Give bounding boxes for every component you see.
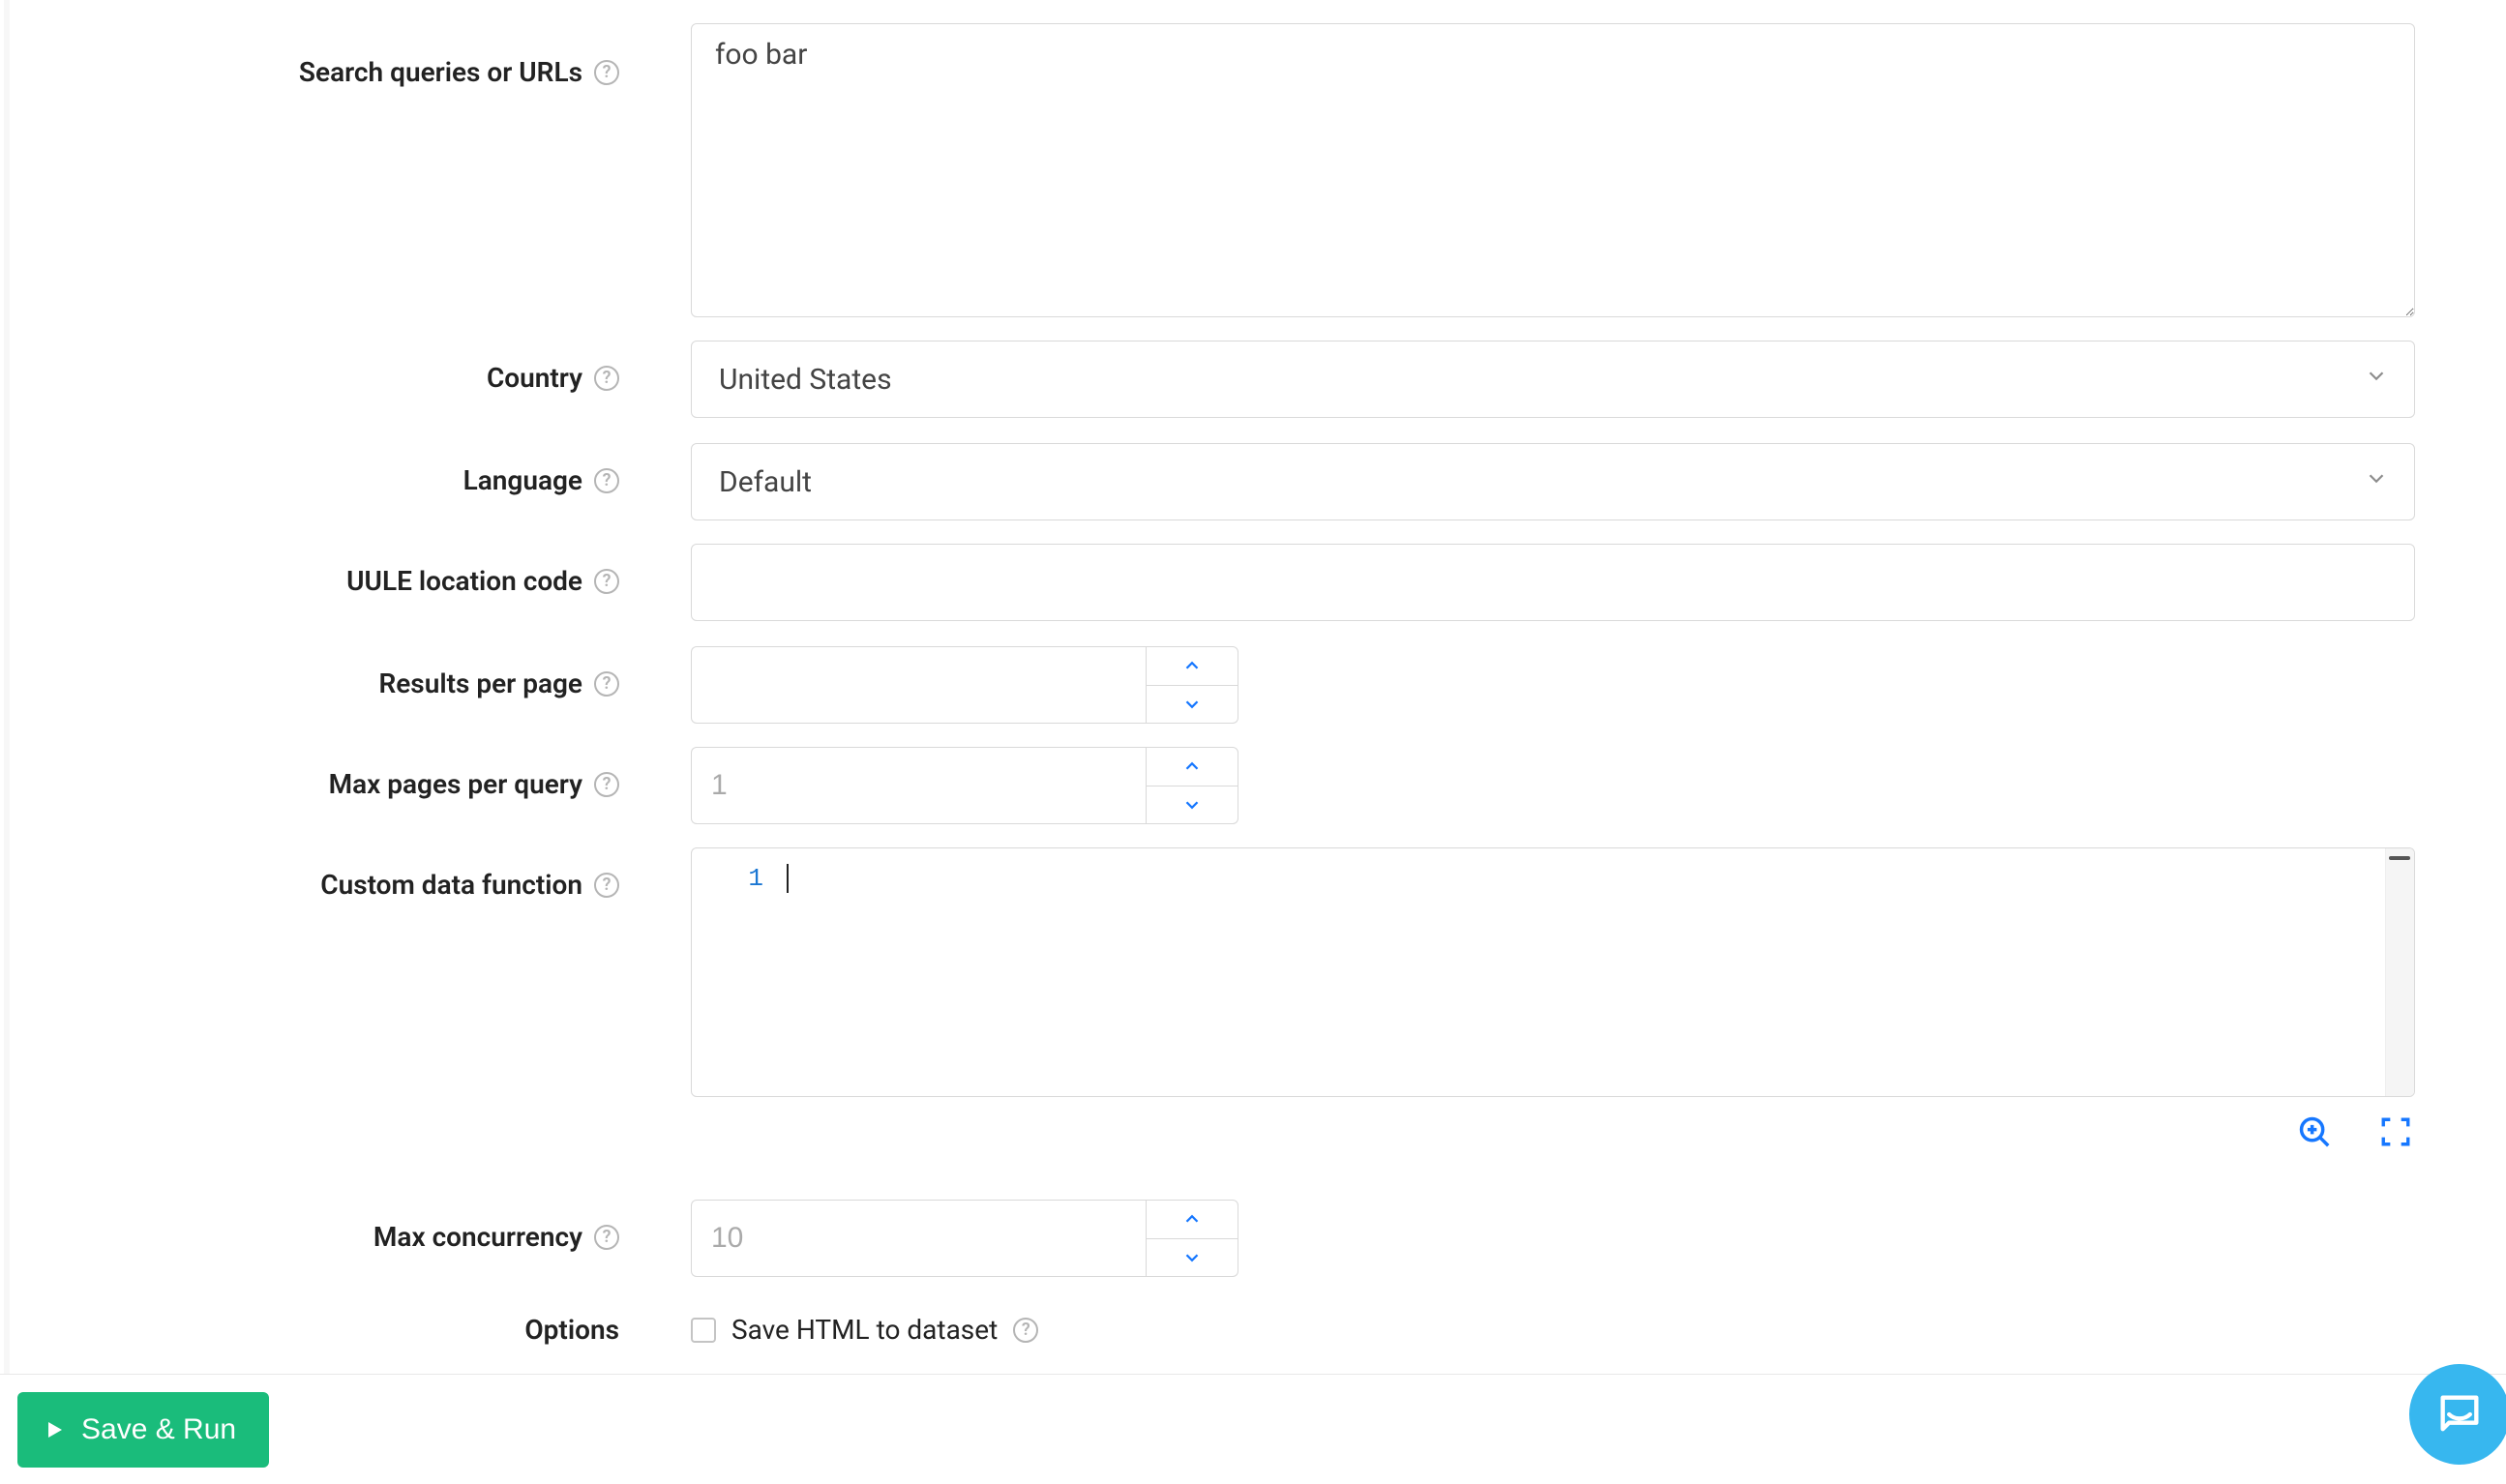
save-run-button[interactable]: Save & Run: [17, 1392, 269, 1468]
stepper-up-button[interactable]: [1146, 747, 1238, 787]
help-icon[interactable]: ?: [594, 671, 619, 697]
help-icon[interactable]: ?: [1013, 1318, 1038, 1343]
help-icon[interactable]: ?: [594, 468, 619, 493]
help-icon[interactable]: ?: [594, 569, 619, 594]
save-run-label: Save & Run: [81, 1413, 236, 1446]
code-body[interactable]: [779, 848, 2414, 1096]
chevron-down-icon: [2364, 363, 2389, 397]
stepper-down-button[interactable]: [1146, 787, 1238, 825]
max-pages-input[interactable]: [691, 747, 1146, 824]
search-queries-input[interactable]: [691, 23, 2415, 317]
uule-label: UULE location code: [346, 565, 582, 597]
save-html-checkbox[interactable]: [691, 1318, 716, 1343]
code-cursor: [787, 864, 789, 893]
chat-icon: [2434, 1389, 2485, 1439]
custom-fn-label: Custom data function: [320, 869, 582, 901]
max-pages-label: Max pages per query: [329, 768, 582, 800]
help-icon[interactable]: ?: [594, 772, 619, 797]
play-icon: [43, 1418, 66, 1441]
save-html-label: Save HTML to dataset: [731, 1314, 998, 1346]
code-line-number: 1: [692, 848, 779, 1096]
code-editor[interactable]: 1: [691, 847, 2415, 1097]
help-icon[interactable]: ?: [594, 1225, 619, 1250]
help-icon[interactable]: ?: [594, 873, 619, 898]
stepper-down-button[interactable]: [1146, 1239, 1238, 1278]
stepper-up-button[interactable]: [1146, 1200, 1238, 1239]
zoom-in-icon[interactable]: [2295, 1113, 2334, 1151]
max-concurrency-label: Max concurrency: [373, 1221, 582, 1253]
country-value: United States: [719, 363, 892, 397]
options-label: Options: [524, 1314, 619, 1346]
help-icon[interactable]: ?: [594, 60, 619, 85]
search-queries-label: Search queries or URLs: [299, 56, 582, 88]
country-select[interactable]: United States: [691, 341, 2415, 418]
language-label: Language: [463, 464, 582, 496]
help-icon[interactable]: ?: [594, 366, 619, 391]
chat-widget[interactable]: [2409, 1364, 2506, 1465]
stepper-down-button[interactable]: [1146, 686, 1238, 725]
max-concurrency-input[interactable]: [691, 1200, 1146, 1277]
country-label: Country: [487, 362, 582, 394]
language-value: Default: [719, 465, 812, 499]
language-select[interactable]: Default: [691, 443, 2415, 520]
bottom-bar: Save & Run: [0, 1374, 2506, 1484]
fullscreen-icon[interactable]: [2376, 1113, 2415, 1151]
results-per-page-input[interactable]: [691, 646, 1146, 724]
stepper-up-button[interactable]: [1146, 646, 1238, 686]
chevron-down-icon: [2364, 465, 2389, 499]
uule-input[interactable]: [691, 544, 2415, 621]
code-minimap: [2385, 848, 2414, 1096]
results-per-page-label: Results per page: [378, 668, 582, 699]
